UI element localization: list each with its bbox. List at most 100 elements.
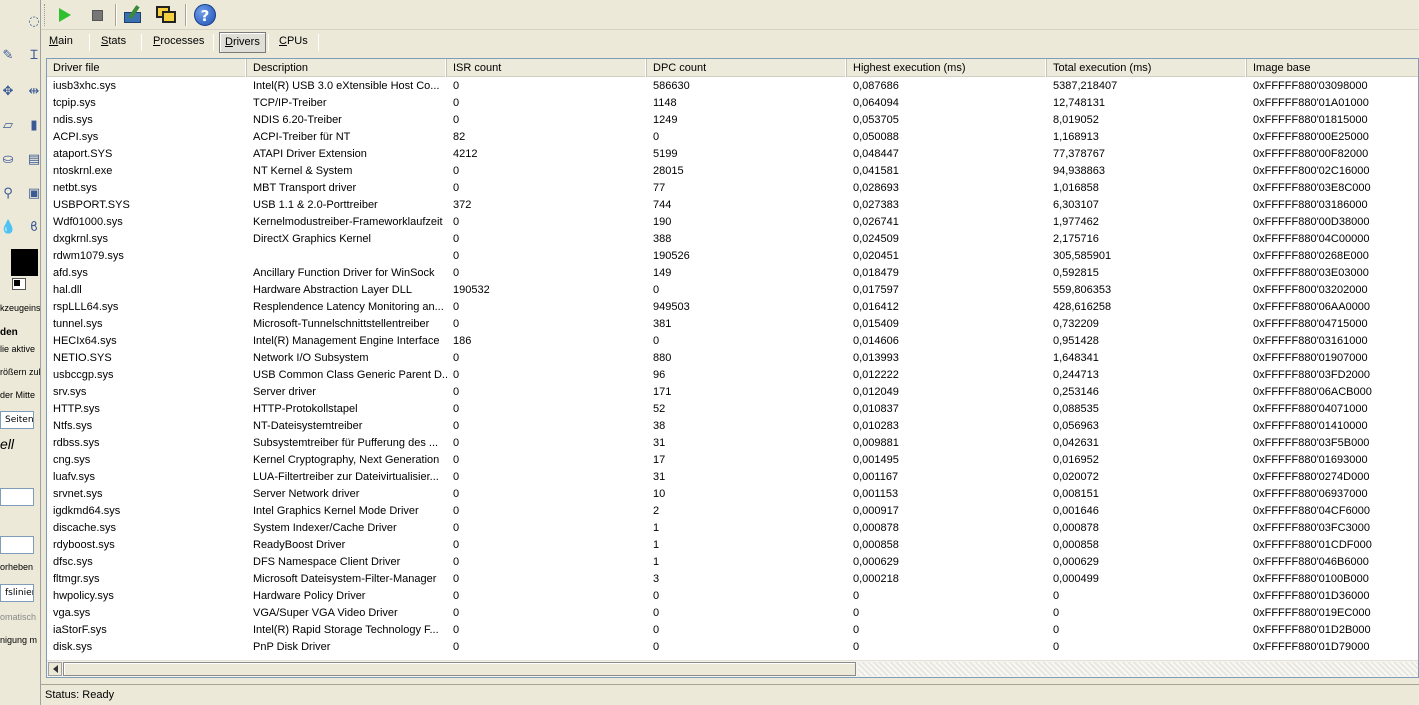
- fill-tool-icon[interactable]: ⛀: [0, 152, 16, 168]
- cell-total-execution: 8,019052: [1053, 114, 1099, 126]
- cell-total-execution: 1,977462: [1053, 216, 1099, 228]
- table-row[interactable]: discache.sys System Indexer/Cache Driver 0…: [47, 520, 1418, 537]
- table-row[interactable]: ataport.SYS ATAPI Driver Extension 4212 519…: [47, 146, 1418, 163]
- brush-tool-icon[interactable]: ✎: [0, 48, 16, 64]
- text-tool-icon[interactable]: Ɪ: [26, 48, 40, 64]
- horizontal-scrollbar[interactable]: [47, 660, 1418, 677]
- table-row[interactable]: rdyboost.sys ReadyBoost Driver 0 1 0,000858 0…: [47, 537, 1418, 554]
- move-tool-icon[interactable]: ✥: [0, 84, 16, 100]
- table-row[interactable]: iaStorF.sys Intel(R) Rapid Storage Techno…: [47, 622, 1418, 639]
- toolstrip-input[interactable]: fslinien: [0, 584, 34, 602]
- toolstrip-label: lie aktive: [0, 344, 36, 354]
- drop-tool-icon[interactable]: 💧: [0, 220, 16, 236]
- cell-isr-count: 0: [453, 182, 460, 194]
- picker-tool-icon[interactable]: ⚲: [0, 186, 16, 202]
- table-row[interactable]: HECIx64.sys Intel(R) Management Engine In…: [47, 333, 1418, 350]
- column-header-driver-file[interactable]: Driver file: [47, 59, 247, 77]
- cell-highest-execution: 0,087686: [853, 80, 899, 92]
- table-row[interactable]: tunnel.sys Microsoft-Tunnelschnittstellen…: [47, 316, 1418, 333]
- help-button[interactable]: ?: [193, 3, 217, 27]
- table-row[interactable]: disk.sys PnP Disk Driver 0 0 0 0 0xFFFFF880'01…: [47, 639, 1418, 656]
- table-row[interactable]: ACPI.sys ACPI-Treiber für NT 82 0 0,050088 1,…: [47, 129, 1418, 146]
- column-header-image-base[interactable]: Image base: [1247, 59, 1418, 77]
- cell-driver-file: rdwm1079.sys: [53, 250, 124, 262]
- table-row[interactable]: rdwm1079.sys 0 190526 0,020451 305,585901 0xF…: [47, 248, 1418, 265]
- start-monitor-button[interactable]: [53, 3, 77, 27]
- table-row[interactable]: HTTP.sys HTTP-Protokollstapel 0 52 0,010837 0…: [47, 401, 1418, 418]
- table-row[interactable]: srvnet.sys Server Network driver 0 10 0,0011…: [47, 486, 1418, 503]
- table-row[interactable]: igdkmd64.sys Intel Graphics Kernel Mode D…: [47, 503, 1418, 520]
- column-header-isr-count[interactable]: ISR count: [447, 59, 647, 77]
- smudge-tool-icon[interactable]: ϐ: [26, 220, 40, 236]
- table-row[interactable]: USBPORT.SYS USB 1.1 & 2.0-Porttreiber 372 7…: [47, 197, 1418, 214]
- table-row[interactable]: tcpip.sys TCP/IP-Treiber 0 1148 0,064094 12,7…: [47, 95, 1418, 112]
- column-header-description[interactable]: Description: [247, 59, 447, 77]
- table-row[interactable]: iusb3xhc.sys Intel(R) USB 3.0 eXtensible …: [47, 78, 1418, 95]
- tab-processes[interactable]: Processes: [148, 32, 209, 53]
- cell-highest-execution: 0,015409: [853, 318, 899, 330]
- table-row[interactable]: rspLLL64.sys Resplendence Latency Monitor…: [47, 299, 1418, 316]
- tab-stats[interactable]: Stats: [96, 32, 131, 53]
- cell-driver-file: discache.sys: [53, 522, 116, 534]
- reset-colors-icon[interactable]: [14, 280, 20, 286]
- table-row[interactable]: hal.dll Hardware Abstraction Layer DLL 190…: [47, 282, 1418, 299]
- toolbar-grip[interactable]: [44, 4, 47, 26]
- table-row[interactable]: dxgkrnl.sys DirectX Graphics Kernel 0 388 0,…: [47, 231, 1418, 248]
- eraser-tool-icon[interactable]: ▱: [0, 118, 16, 134]
- select-tool-icon[interactable]: ◌: [26, 14, 40, 30]
- table-row[interactable]: Wdf01000.sys Kernelmodustreiber-Framework…: [47, 214, 1418, 231]
- cell-dpc-count: 2: [653, 505, 660, 517]
- resize-tool-icon[interactable]: ⇹: [26, 84, 40, 100]
- table-row[interactable]: Ntfs.sys NT-Dateisystemtreiber 0 38 0,010283…: [47, 418, 1418, 435]
- cell-dpc-count: 77: [653, 182, 666, 194]
- table-row[interactable]: ntoskrnl.exe NT Kernel & System 0 28015 0,04…: [47, 163, 1418, 180]
- table-row[interactable]: fltmgr.sys Microsoft Dateisystem-Filter-M…: [47, 571, 1418, 588]
- cell-isr-count: 0: [453, 233, 460, 245]
- cell-highest-execution: 0,027383: [853, 199, 899, 211]
- cell-isr-count: 190532: [453, 284, 490, 296]
- cell-image-base: 0xFFFFF880'01D79000: [1253, 641, 1370, 653]
- scrollbar-thumb[interactable]: [63, 662, 856, 676]
- cell-description: Subsystemtreiber für Pufferung des ...: [253, 437, 439, 449]
- stop-monitor-button[interactable]: [85, 3, 109, 27]
- cell-isr-count: 0: [453, 454, 460, 466]
- table-row[interactable]: ndis.sys NDIS 6.20-Treiber 0 1249 0,053705 8,…: [47, 112, 1418, 129]
- table-row[interactable]: srv.sys Server driver 0 171 0,012049 0,253146…: [47, 384, 1418, 401]
- cell-isr-count: 0: [453, 165, 460, 177]
- layer-tool-icon[interactable]: ▤: [26, 152, 40, 168]
- toolstrip-input[interactable]: [0, 536, 34, 554]
- column-header-total-execution[interactable]: Total execution (ms): [1047, 59, 1247, 77]
- scrollbar-track[interactable]: [858, 662, 1418, 676]
- tab-cpus[interactable]: CPUs: [274, 32, 313, 53]
- column-header-highest-execution[interactable]: Highest execution (ms): [847, 59, 1047, 77]
- table-row[interactable]: cng.sys Kernel Cryptography, Next Generat…: [47, 452, 1418, 469]
- table-row[interactable]: luafv.sys LUA-Filtertreiber zur Dateivirt…: [47, 469, 1418, 486]
- cell-isr-count: 0: [453, 369, 460, 381]
- toolstrip-input[interactable]: [0, 488, 34, 506]
- table-row[interactable]: rdbss.sys Subsystemtreiber für Pufferung …: [47, 435, 1418, 452]
- toolstrip-dropdown[interactable]: Seitenv: [0, 411, 34, 429]
- stamp-tool-icon[interactable]: ▣: [26, 186, 40, 202]
- table-row[interactable]: dfsc.sys DFS Namespace Client Driver 0 1 0,0…: [47, 554, 1418, 571]
- cell-total-execution: 94,938863: [1053, 165, 1105, 177]
- tab-main[interactable]: Main: [44, 32, 78, 53]
- cell-driver-file: disk.sys: [53, 641, 93, 653]
- table-row[interactable]: usbccgp.sys USB Common Class Generic Pare…: [47, 367, 1418, 384]
- scroll-left-button[interactable]: [48, 662, 62, 676]
- drivers-list[interactable]: Driver file Description ISR count DPC co…: [46, 58, 1419, 678]
- cell-description: Hardware Abstraction Layer DLL: [253, 284, 412, 296]
- table-row[interactable]: netbt.sys MBT Transport driver 0 77 0,028693…: [47, 180, 1418, 197]
- table-row[interactable]: NETIO.SYS Network I/O Subsystem 0 880 0,0139…: [47, 350, 1418, 367]
- cell-driver-file: HTTP.sys: [53, 403, 100, 415]
- cell-description: Intel(R) Rapid Storage Technology F...: [253, 624, 439, 636]
- table-row[interactable]: vga.sys VGA/Super VGA Video Driver 0 0 0 0 0xF…: [47, 605, 1418, 622]
- column-header-dpc-count[interactable]: DPC count: [647, 59, 847, 77]
- tab-drivers[interactable]: Drivers: [219, 32, 266, 53]
- table-row[interactable]: afd.sys Ancillary Function Driver for Win…: [47, 265, 1418, 282]
- cell-total-execution: 0,732209: [1053, 318, 1099, 330]
- rect-tool-icon[interactable]: ▮: [26, 118, 40, 134]
- table-row[interactable]: hwpolicy.sys Hardware Policy Driver 0 0 0 0 0x…: [47, 588, 1418, 605]
- tools-button[interactable]: [121, 3, 145, 27]
- window-button[interactable]: [154, 3, 178, 27]
- foreground-color-swatch[interactable]: [11, 249, 38, 276]
